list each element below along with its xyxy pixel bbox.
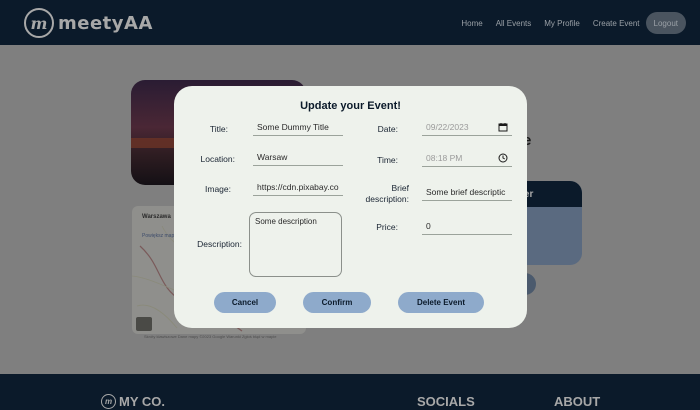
logo-text: meetyAA (58, 12, 153, 34)
brief-description-input[interactable]: Some brief descriptic (422, 185, 512, 201)
image-label: Image: (205, 184, 231, 194)
location-input[interactable]: Warsaw (253, 150, 343, 166)
nav-home-link[interactable]: Home (461, 19, 482, 28)
footer: m MY CO. SOCIALS ABOUT (0, 374, 700, 410)
price-label: Price: (376, 222, 398, 232)
date-value: 09/22/2023 (426, 122, 469, 132)
map-place-label: Warszawa (142, 214, 171, 220)
modal-title: Update your Event! (300, 100, 401, 112)
date-input[interactable]: 09/22/2023 (422, 120, 512, 136)
nav-create-event-link[interactable]: Create Event (593, 19, 640, 28)
time-input[interactable]: 08:18 PM (422, 151, 512, 167)
map-enlarge-link: Powiększ mapę (142, 233, 178, 239)
image-url-input[interactable]: https://cdn.pixabay.co (253, 180, 343, 196)
confirm-button[interactable]: Confirm (303, 292, 371, 313)
title-label: Title: (209, 124, 228, 134)
navbar: m meetyAA Home All Events My Profile Cre… (0, 0, 700, 45)
clock-icon[interactable] (498, 153, 508, 163)
footer-brand: MY CO. (119, 394, 165, 409)
description-textarea[interactable]: Some description (249, 212, 342, 277)
logo-badge-icon: m (24, 8, 54, 38)
price-input[interactable]: 0 (422, 219, 512, 235)
map-satellite-thumb (136, 317, 152, 331)
footer-about-heading: ABOUT (554, 394, 601, 409)
footer-logo-icon: m (101, 394, 116, 409)
delete-event-button[interactable]: Delete Event (398, 292, 484, 313)
nav-all-events-link[interactable]: All Events (496, 19, 532, 28)
description-label: Description: (197, 239, 242, 249)
nav-links: Home All Events My Profile Create Event … (448, 12, 686, 34)
calendar-icon[interactable] (498, 122, 508, 132)
map-credit: Skróty klawiszowe Dane mapy ©2023 Google… (144, 334, 277, 339)
time-value: 08:18 PM (426, 153, 463, 163)
logout-button[interactable]: Logout (645, 12, 686, 34)
footer-logo: m MY CO. (101, 394, 165, 409)
time-label: Time: (377, 155, 398, 165)
nav-my-profile-link[interactable]: My Profile (544, 19, 580, 28)
cancel-button[interactable]: Cancel (214, 292, 276, 313)
logo[interactable]: m meetyAA (24, 8, 153, 38)
brief-description-label: Brief description: (365, 183, 409, 204)
title-input[interactable]: Some Dummy Title (253, 120, 343, 136)
date-label: Date: (377, 124, 398, 134)
location-label: Location: (200, 154, 236, 164)
footer-socials-heading: SOCIALS (417, 394, 475, 409)
